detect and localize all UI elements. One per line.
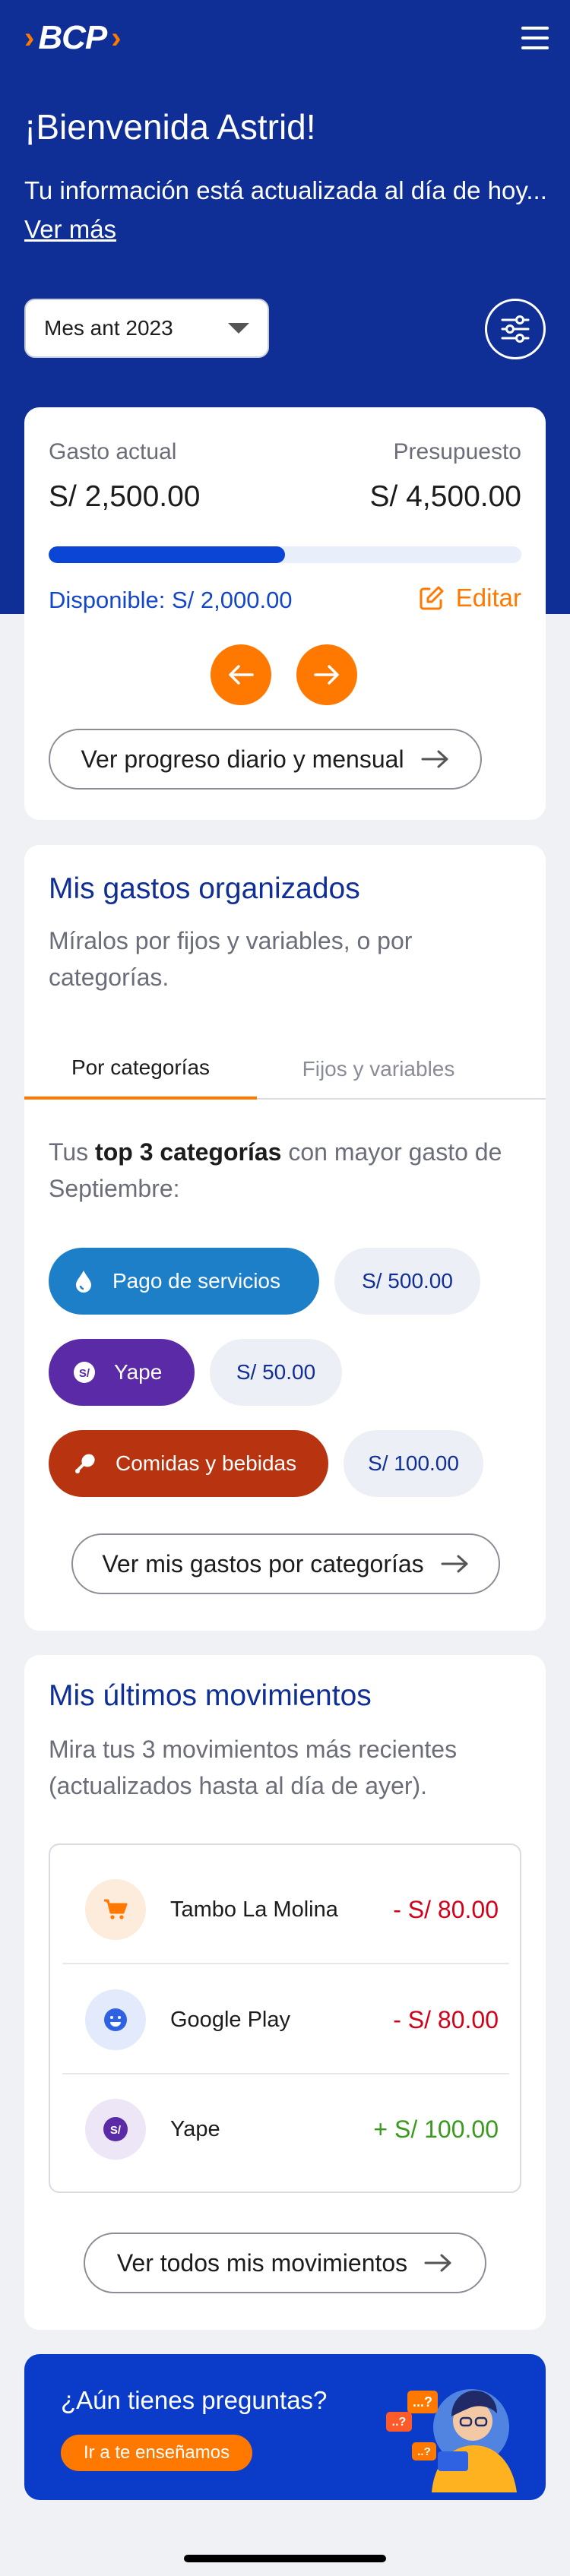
tab-by-categories[interactable]: Por categorías (24, 1039, 257, 1100)
movements-description: Mira tus 3 movimientos más recientes (ac… (49, 1736, 458, 1799)
movements-card: Mis últimos movimientos Mira tus 3 movim… (24, 1655, 546, 2330)
smiley-icon (85, 1989, 146, 2050)
help-banner: ¿Aún tienes preguntas? Ir a te enseñamos… (24, 2354, 546, 2500)
budget-label: Presupuesto (393, 439, 521, 464)
divider (62, 1963, 509, 1964)
arrow-right-icon (441, 1555, 468, 1573)
budget-amount: S/ 4,500.00 (369, 480, 522, 513)
next-button[interactable] (296, 644, 357, 705)
bcp-logo[interactable]: › BCP › (24, 19, 122, 57)
movement-amount: - S/ 80.00 (393, 1895, 499, 1923)
sliders-icon (501, 315, 530, 343)
arrow-right-icon (314, 665, 339, 685)
water-drop-icon (76, 1271, 91, 1293)
category-amount: S/ 100.00 (344, 1430, 483, 1497)
movements-title: Mis últimos movimientos (49, 1679, 372, 1712)
category-pill-services[interactable]: Pago de servicios (49, 1248, 319, 1315)
help-question: ¿Aún tienes preguntas? (61, 2386, 328, 2414)
available-amount: Disponible: S/ 2,000.00 (49, 587, 293, 613)
edit-icon (420, 586, 444, 610)
svg-text:...?: ...? (413, 2394, 432, 2410)
tab-fixed-variable[interactable]: Fijos y variables (257, 1039, 500, 1100)
movement-item[interactable]: Google Play - S/ 80.00 (62, 1965, 509, 2074)
svg-text:..?: ..? (417, 2445, 431, 2458)
greeting-title: ¡Bienvenida Astrid! (24, 107, 316, 147)
spent-label: Gasto actual (49, 439, 177, 464)
learn-button[interactable]: Ir a te enseñamos (61, 2435, 253, 2471)
caret-down-icon (228, 323, 249, 334)
filter-settings-button[interactable] (485, 299, 546, 359)
expenses-card: Mis gastos organizados Míralos por fijos… (24, 845, 546, 1631)
see-more-link[interactable]: Ver más (24, 215, 116, 244)
help-illustration: ...? ..? ..? (386, 2389, 517, 2492)
svg-text:S/: S/ (110, 2124, 122, 2137)
budget-card: Gasto actual Presupuesto S/ 2,500.00 S/ … (24, 407, 546, 820)
month-select[interactable]: Mes ant 2023 (24, 299, 269, 358)
movements-list: Tambo La Molina - S/ 80.00 Google Play -… (49, 1843, 521, 2193)
budget-progress-bar (49, 546, 521, 563)
spent-amount: S/ 2,500.00 (49, 480, 201, 513)
view-by-categories-button[interactable]: Ver mis gastos por categorías (71, 1533, 500, 1594)
category-amount: S/ 50.00 (210, 1339, 342, 1406)
drumstick-icon (75, 1454, 95, 1473)
yape-icon: S/ (85, 2099, 146, 2160)
edit-budget-button[interactable]: Editar (418, 584, 521, 612)
top-bar: › BCP › (24, 17, 549, 59)
top-categories-intro: Tus top 3 categorías con mayor gasto de … (49, 1138, 502, 1202)
arrow-left-icon (229, 665, 254, 685)
yape-icon: S/ (74, 1362, 95, 1383)
progress-fill (49, 546, 285, 563)
movement-amount: - S/ 80.00 (393, 2005, 499, 2033)
daily-monthly-progress-button[interactable]: Ver progreso diario y mensual (49, 729, 482, 790)
svg-text:..?: ..? (392, 2416, 407, 2429)
view-all-movements-button[interactable]: Ver todos mis movimientos (84, 2233, 486, 2293)
home-indicator[interactable] (184, 2555, 386, 2562)
svg-text:S/: S/ (79, 1367, 90, 1380)
movement-amount: + S/ 100.00 (373, 2115, 499, 2143)
arrow-right-icon (421, 750, 448, 768)
category-amount: S/ 500.00 (334, 1248, 480, 1315)
expenses-description: Míralos por fijos y variables, o por cat… (49, 927, 413, 991)
category-pill-yape[interactable]: S/ Yape (49, 1339, 195, 1406)
hamburger-menu-icon[interactable] (521, 27, 549, 49)
update-subtitle: Tu información está actualizada al día d… (24, 176, 547, 204)
movement-item[interactable]: S/ Yape + S/ 100.00 (62, 2074, 509, 2184)
category-pill-food[interactable]: Comidas y bebidas (49, 1430, 328, 1497)
expenses-tabs: Por categorías Fijos y variables (24, 1039, 546, 1100)
expenses-title: Mis gastos organizados (49, 872, 360, 905)
arrow-right-icon (424, 2254, 451, 2272)
movement-item[interactable]: Tambo La Molina - S/ 80.00 (62, 1855, 509, 1964)
cart-icon (85, 1879, 146, 1940)
previous-button[interactable] (211, 644, 271, 705)
